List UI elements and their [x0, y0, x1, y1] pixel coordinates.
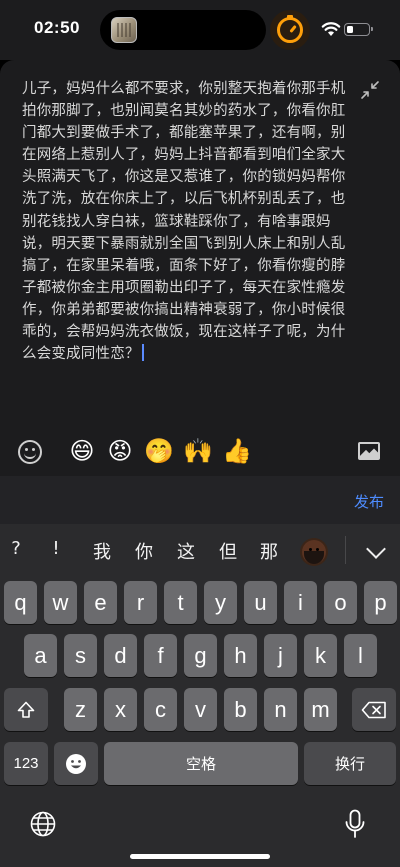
home-indicator[interactable]: [130, 854, 270, 859]
emoji-giggle[interactable]: 🤭: [143, 436, 175, 466]
key-k[interactable]: k: [304, 634, 337, 677]
suggestion-ni[interactable]: 你: [132, 538, 156, 564]
now-playing-thumbnail[interactable]: [111, 17, 137, 43]
key-z[interactable]: z: [64, 688, 97, 731]
key-r[interactable]: r: [124, 581, 157, 624]
key-d[interactable]: d: [104, 634, 137, 677]
post-text-input[interactable]: 儿子，妈妈什么都不要求，你别整天抱着你那手机拍你那脚了，也别闻莫名其妙的药水了，…: [22, 78, 350, 365]
key-y[interactable]: y: [204, 581, 237, 624]
key-n[interactable]: n: [264, 688, 297, 731]
key-j[interactable]: j: [264, 634, 297, 677]
key-c[interactable]: c: [144, 688, 177, 731]
suggestion-dan[interactable]: 但: [216, 538, 240, 564]
return-key[interactable]: 换行: [304, 742, 396, 785]
bearded-man-emoji-icon[interactable]: [300, 538, 328, 566]
key-s[interactable]: s: [64, 634, 97, 677]
keyboard: ? ! 我 你 这 但 那 q w e r t y u i o p a s d …: [0, 524, 400, 867]
shift-key[interactable]: [4, 688, 48, 731]
backspace-key[interactable]: [352, 688, 396, 731]
dynamic-island[interactable]: [100, 10, 266, 50]
emoji-key[interactable]: [54, 742, 98, 785]
key-l[interactable]: l: [344, 634, 377, 677]
key-i[interactable]: i: [284, 581, 317, 624]
emoji-grinning[interactable]: 😄: [66, 436, 98, 466]
timer-icon[interactable]: [270, 10, 310, 50]
publish-button[interactable]: 发布: [354, 491, 384, 512]
key-v[interactable]: v: [184, 688, 217, 731]
suggestion-question[interactable]: ?: [4, 538, 28, 559]
collapse-icon[interactable]: [360, 80, 380, 100]
key-e[interactable]: e: [84, 581, 117, 624]
numbers-key[interactable]: 123: [4, 742, 48, 785]
battery-icon: [344, 23, 373, 36]
key-g[interactable]: g: [184, 634, 217, 677]
space-key[interactable]: 空格: [104, 742, 298, 785]
emoji-thumbs-up[interactable]: 👍: [221, 436, 253, 466]
emoji-raised-hands[interactable]: 🙌: [182, 436, 214, 466]
image-icon[interactable]: [358, 442, 380, 460]
emoji-picker-icon[interactable]: [18, 440, 42, 464]
suggestion-na[interactable]: 那: [257, 538, 281, 564]
wifi-icon: [321, 22, 341, 36]
emoji-angry[interactable]: 😡: [104, 436, 136, 466]
backspace-icon: [361, 701, 386, 718]
microphone-icon[interactable]: [344, 809, 366, 839]
suggestion-wo[interactable]: 我: [90, 538, 114, 564]
suggestion-exclaim[interactable]: !: [44, 538, 68, 559]
suggestion-divider: [345, 536, 346, 564]
suggestion-bar: ? ! 我 你 这 但 那: [0, 524, 400, 576]
chevron-down-icon[interactable]: [366, 539, 386, 559]
text-caret: [141, 344, 144, 362]
publish-bar: 发布: [0, 476, 400, 524]
key-a[interactable]: a: [24, 634, 57, 677]
shift-icon: [17, 701, 35, 718]
key-o[interactable]: o: [324, 581, 357, 624]
emoji-keyboard-icon: [66, 753, 86, 774]
key-q[interactable]: q: [4, 581, 37, 624]
post-text: 儿子，妈妈什么都不要求，你别整天抱着你那手机拍你那脚了，也别闻莫名其妙的药水了，…: [22, 81, 346, 363]
key-u[interactable]: u: [244, 581, 277, 624]
status-bar: 02:50: [0, 0, 400, 60]
key-x[interactable]: x: [104, 688, 137, 731]
key-h[interactable]: h: [224, 634, 257, 677]
post-editor: 儿子，妈妈什么都不要求，你别整天抱着你那手机拍你那脚了，也别闻莫名其妙的药水了，…: [0, 60, 400, 476]
suggestion-zhe[interactable]: 这: [174, 538, 198, 564]
key-f[interactable]: f: [144, 634, 177, 677]
globe-icon[interactable]: [30, 811, 56, 837]
key-w[interactable]: w: [44, 581, 77, 624]
key-p[interactable]: p: [364, 581, 397, 624]
key-t[interactable]: t: [164, 581, 197, 624]
status-time: 02:50: [34, 18, 80, 37]
key-m[interactable]: m: [304, 688, 337, 731]
key-b[interactable]: b: [224, 688, 257, 731]
editor-toolbar: 😄 😡 🤭 🙌 👍: [0, 432, 400, 472]
